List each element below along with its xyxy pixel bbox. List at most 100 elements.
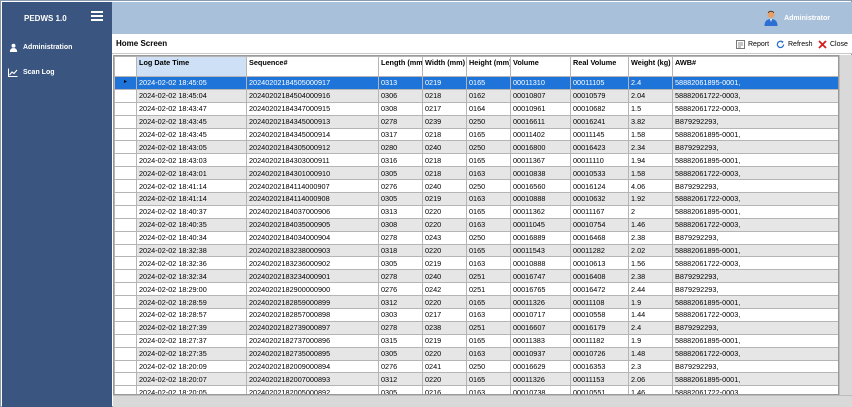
table-cell: 0218 — [422, 153, 467, 168]
table-cell: 20240202183234000901 — [246, 269, 379, 284]
user-menu[interactable]: Administrator — [764, 10, 830, 26]
row-selector[interactable] — [114, 385, 137, 394]
close-button[interactable]: Close — [818, 38, 848, 50]
table-cell: 58882061722-0003, — [672, 217, 838, 232]
row-selector[interactable] — [114, 217, 137, 232]
row-selector[interactable] — [114, 308, 137, 322]
row-selector[interactable] — [114, 256, 137, 271]
report-button[interactable]: Report — [736, 38, 769, 50]
table-cell: 20240202182737000896 — [246, 333, 379, 348]
hamburger-menu-icon[interactable] — [91, 11, 103, 21]
table-row[interactable]: 2024-02-02 18:27:37 20240202182737000896 0… — [114, 333, 838, 348]
table-cell: 00016423 — [570, 140, 629, 155]
row-selector[interactable] — [114, 346, 137, 361]
refresh-button[interactable]: Refresh — [776, 38, 813, 50]
table-cell: 00010632 — [570, 192, 629, 206]
row-selector[interactable] — [114, 140, 137, 155]
table-row[interactable]: 2024-02-02 18:41:14 20240202184114000907 0… — [114, 179, 838, 194]
table-row[interactable]: 2024-02-02 18:27:39 20240202182739000897 0… — [114, 320, 838, 335]
sidebar-item-administration[interactable]: Administration — [8, 40, 72, 54]
table-row[interactable]: 2024-02-02 18:28:59 20240202182859000899 0… — [114, 295, 838, 310]
table-cell: 1.48 — [628, 346, 673, 361]
table-cell: 20240202182739000897 — [246, 320, 379, 335]
table-cell: 58882061722-0003, — [672, 101, 838, 116]
table-cell: 2024-02-02 18:20:05 — [136, 385, 247, 394]
row-selector[interactable] — [114, 269, 137, 284]
row-selector[interactable] — [114, 88, 137, 103]
table-cell: 2024-02-02 18:29:00 — [136, 282, 247, 297]
row-selector[interactable] — [114, 230, 137, 245]
table-row[interactable]: 2024-02-02 18:40:37 20240202184037000906 0… — [114, 204, 838, 219]
row-selector[interactable] — [114, 243, 137, 258]
table-cell: 0239 — [422, 114, 467, 129]
table-cell: 20240202182005000892 — [246, 385, 379, 394]
table-row[interactable]: 2024-02-02 18:20:09 20240202182009000894 0… — [114, 359, 838, 374]
row-selector[interactable] — [114, 333, 137, 348]
table-cell: 00010738 — [510, 385, 571, 394]
table-cell: 0163 — [466, 217, 511, 232]
table-row[interactable]: 2024-02-02 18:43:01 20240202184301000910 0… — [114, 166, 838, 181]
vertical-scrollbar[interactable] — [839, 55, 852, 395]
row-selector[interactable] — [114, 320, 137, 335]
row-selector[interactable] — [114, 295, 137, 310]
table-row[interactable]: 2024-02-02 18:43:05 20240202184305000912 0… — [114, 140, 838, 155]
table-row[interactable]: 2024-02-02 18:40:35 20240202184035000905 0… — [114, 217, 838, 232]
table-row[interactable]: 2024-02-02 18:45:04 20240202184504000916 0… — [114, 88, 838, 103]
row-selector[interactable] — [114, 127, 137, 142]
column-header-width[interactable]: Width (mm) — [422, 56, 467, 77]
table-cell: B879292293, — [672, 359, 838, 374]
row-selector[interactable] — [114, 204, 137, 219]
close-icon — [818, 39, 827, 49]
table-cell: 0163 — [466, 346, 511, 361]
column-header-height[interactable]: Height (mm) — [466, 56, 511, 77]
row-selector[interactable] — [114, 101, 137, 116]
column-header-length[interactable]: Length (mm) — [378, 56, 423, 77]
table-row[interactable]: 2024-02-02 18:20:05 20240202182005000892 0… — [114, 385, 838, 394]
scan-log-grid[interactable]: Log Date Time Sequence# Length (mm) Widt… — [113, 55, 839, 395]
row-selector[interactable] — [114, 179, 137, 194]
table-row[interactable]: 2024-02-02 18:40:34 20240202184034000904 0… — [114, 230, 838, 245]
row-selector[interactable] — [114, 372, 137, 387]
table-cell: 00016747 — [510, 269, 571, 284]
table-row[interactable]: 2024-02-02 18:20:07 20240202182007000893 0… — [114, 372, 838, 387]
table-row[interactable]: 2024-02-02 18:27:35 20240202182735000895 0… — [114, 346, 838, 361]
app-title: PEDWS 1.0 — [24, 14, 67, 23]
table-cell: 00011153 — [570, 372, 629, 387]
table-cell: 2024-02-02 18:43:45 — [136, 114, 247, 129]
table-row[interactable]: 2024-02-02 18:41:14 20240202184114000908 0… — [114, 192, 838, 206]
table-row[interactable]: 2024-02-02 18:32:34 20240202183234000901 0… — [114, 269, 838, 284]
sidebar-item-scan-log[interactable]: Scan Log — [8, 65, 55, 79]
table-row[interactable]: 2024-02-02 18:32:36 20240202183236000902 0… — [114, 256, 838, 271]
row-selector[interactable] — [114, 192, 137, 206]
table-cell: 0250 — [466, 230, 511, 245]
table-cell: 58882061722-0003, — [672, 256, 838, 271]
column-header-awb[interactable]: AWB# — [672, 56, 838, 77]
column-header-sequence[interactable]: Sequence# — [246, 56, 379, 77]
table-row[interactable]: 2024-02-02 18:28:57 20240202182857000898 0… — [114, 308, 838, 322]
row-selector[interactable] — [114, 153, 137, 168]
row-selector[interactable] — [114, 282, 137, 297]
table-row[interactable]: 2024-02-02 18:43:47 20240202184347000915 0… — [114, 101, 838, 116]
table-row[interactable]: 2024-02-02 18:43:45 20240202184345000913 0… — [114, 114, 838, 129]
row-selector[interactable] — [114, 114, 137, 129]
table-row[interactable]: 2024-02-02 18:29:00 20240202182900000900 0… — [114, 282, 838, 297]
column-header-weight[interactable]: Weight (kg) — [628, 56, 673, 77]
table-row[interactable]: ▸ 2024-02-02 18:45:05 20240202184505000917… — [114, 76, 838, 90]
refresh-label: Refresh — [788, 40, 813, 48]
table-cell: 00010558 — [570, 308, 629, 322]
table-cell: 2024-02-02 18:40:35 — [136, 217, 247, 232]
table-cell: 0316 — [378, 153, 423, 168]
column-header-volume[interactable]: Volume — [510, 56, 571, 77]
table-cell: 2024-02-02 18:32:34 — [136, 269, 247, 284]
table-cell: 0306 — [378, 88, 423, 103]
row-selector-arrow-icon[interactable]: ▸ — [114, 76, 137, 90]
table-row[interactable]: 2024-02-02 18:43:45 20240202184345000914 0… — [114, 127, 838, 142]
table-row[interactable]: 2024-02-02 18:43:03 20240202184303000911 0… — [114, 153, 838, 168]
row-selector[interactable] — [114, 166, 137, 181]
table-row[interactable]: 2024-02-02 18:32:38 20240202183238000903 0… — [114, 243, 838, 258]
horizontal-scrollbar[interactable] — [113, 395, 852, 407]
table-cell: 2024-02-02 18:41:14 — [136, 179, 247, 194]
column-header-real-volume[interactable]: Real Volume — [570, 56, 629, 77]
column-header-log-date-time[interactable]: Log Date Time — [136, 56, 247, 77]
row-selector[interactable] — [114, 359, 137, 374]
